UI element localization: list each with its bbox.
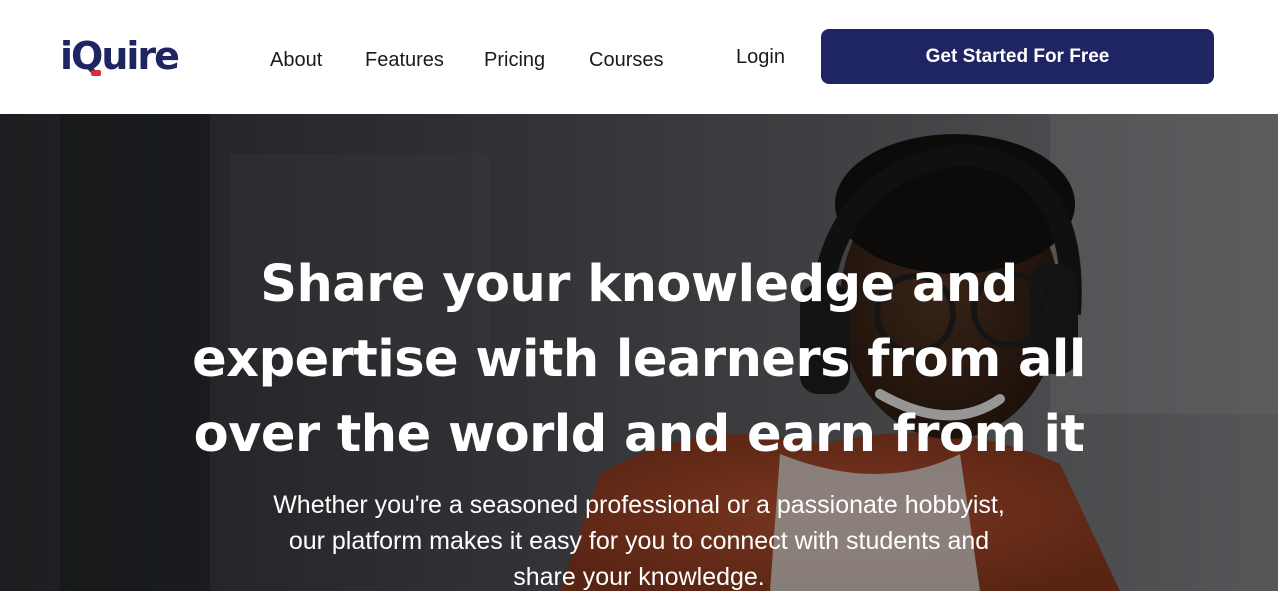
- hero-subtitle: Whether you're a seasoned professional o…: [273, 491, 1005, 591]
- logo-q-tail-accent: [91, 70, 102, 76]
- logo-text-i: i: [60, 34, 73, 78]
- nav-link-features[interactable]: Features: [365, 46, 444, 74]
- hero-section: Share your knowledge and expertise with …: [0, 114, 1278, 591]
- login-link[interactable]: Login: [736, 43, 785, 71]
- get-started-button[interactable]: Get Started For Free: [821, 29, 1214, 84]
- iquire-logo[interactable]: i Quire: [60, 34, 180, 78]
- top-navigation-bar: i Quire About Features Pricing Courses Lo…: [0, 0, 1278, 114]
- nav-link-about[interactable]: About: [270, 46, 322, 74]
- nav-link-courses[interactable]: Courses: [589, 46, 663, 74]
- nav-link-pricing[interactable]: Pricing: [484, 46, 545, 74]
- logo-text-uire: uire: [101, 34, 180, 78]
- hero-title: Share your knowledge and expertise with …: [192, 255, 1086, 464]
- logo-q-mark: Q: [71, 35, 103, 77]
